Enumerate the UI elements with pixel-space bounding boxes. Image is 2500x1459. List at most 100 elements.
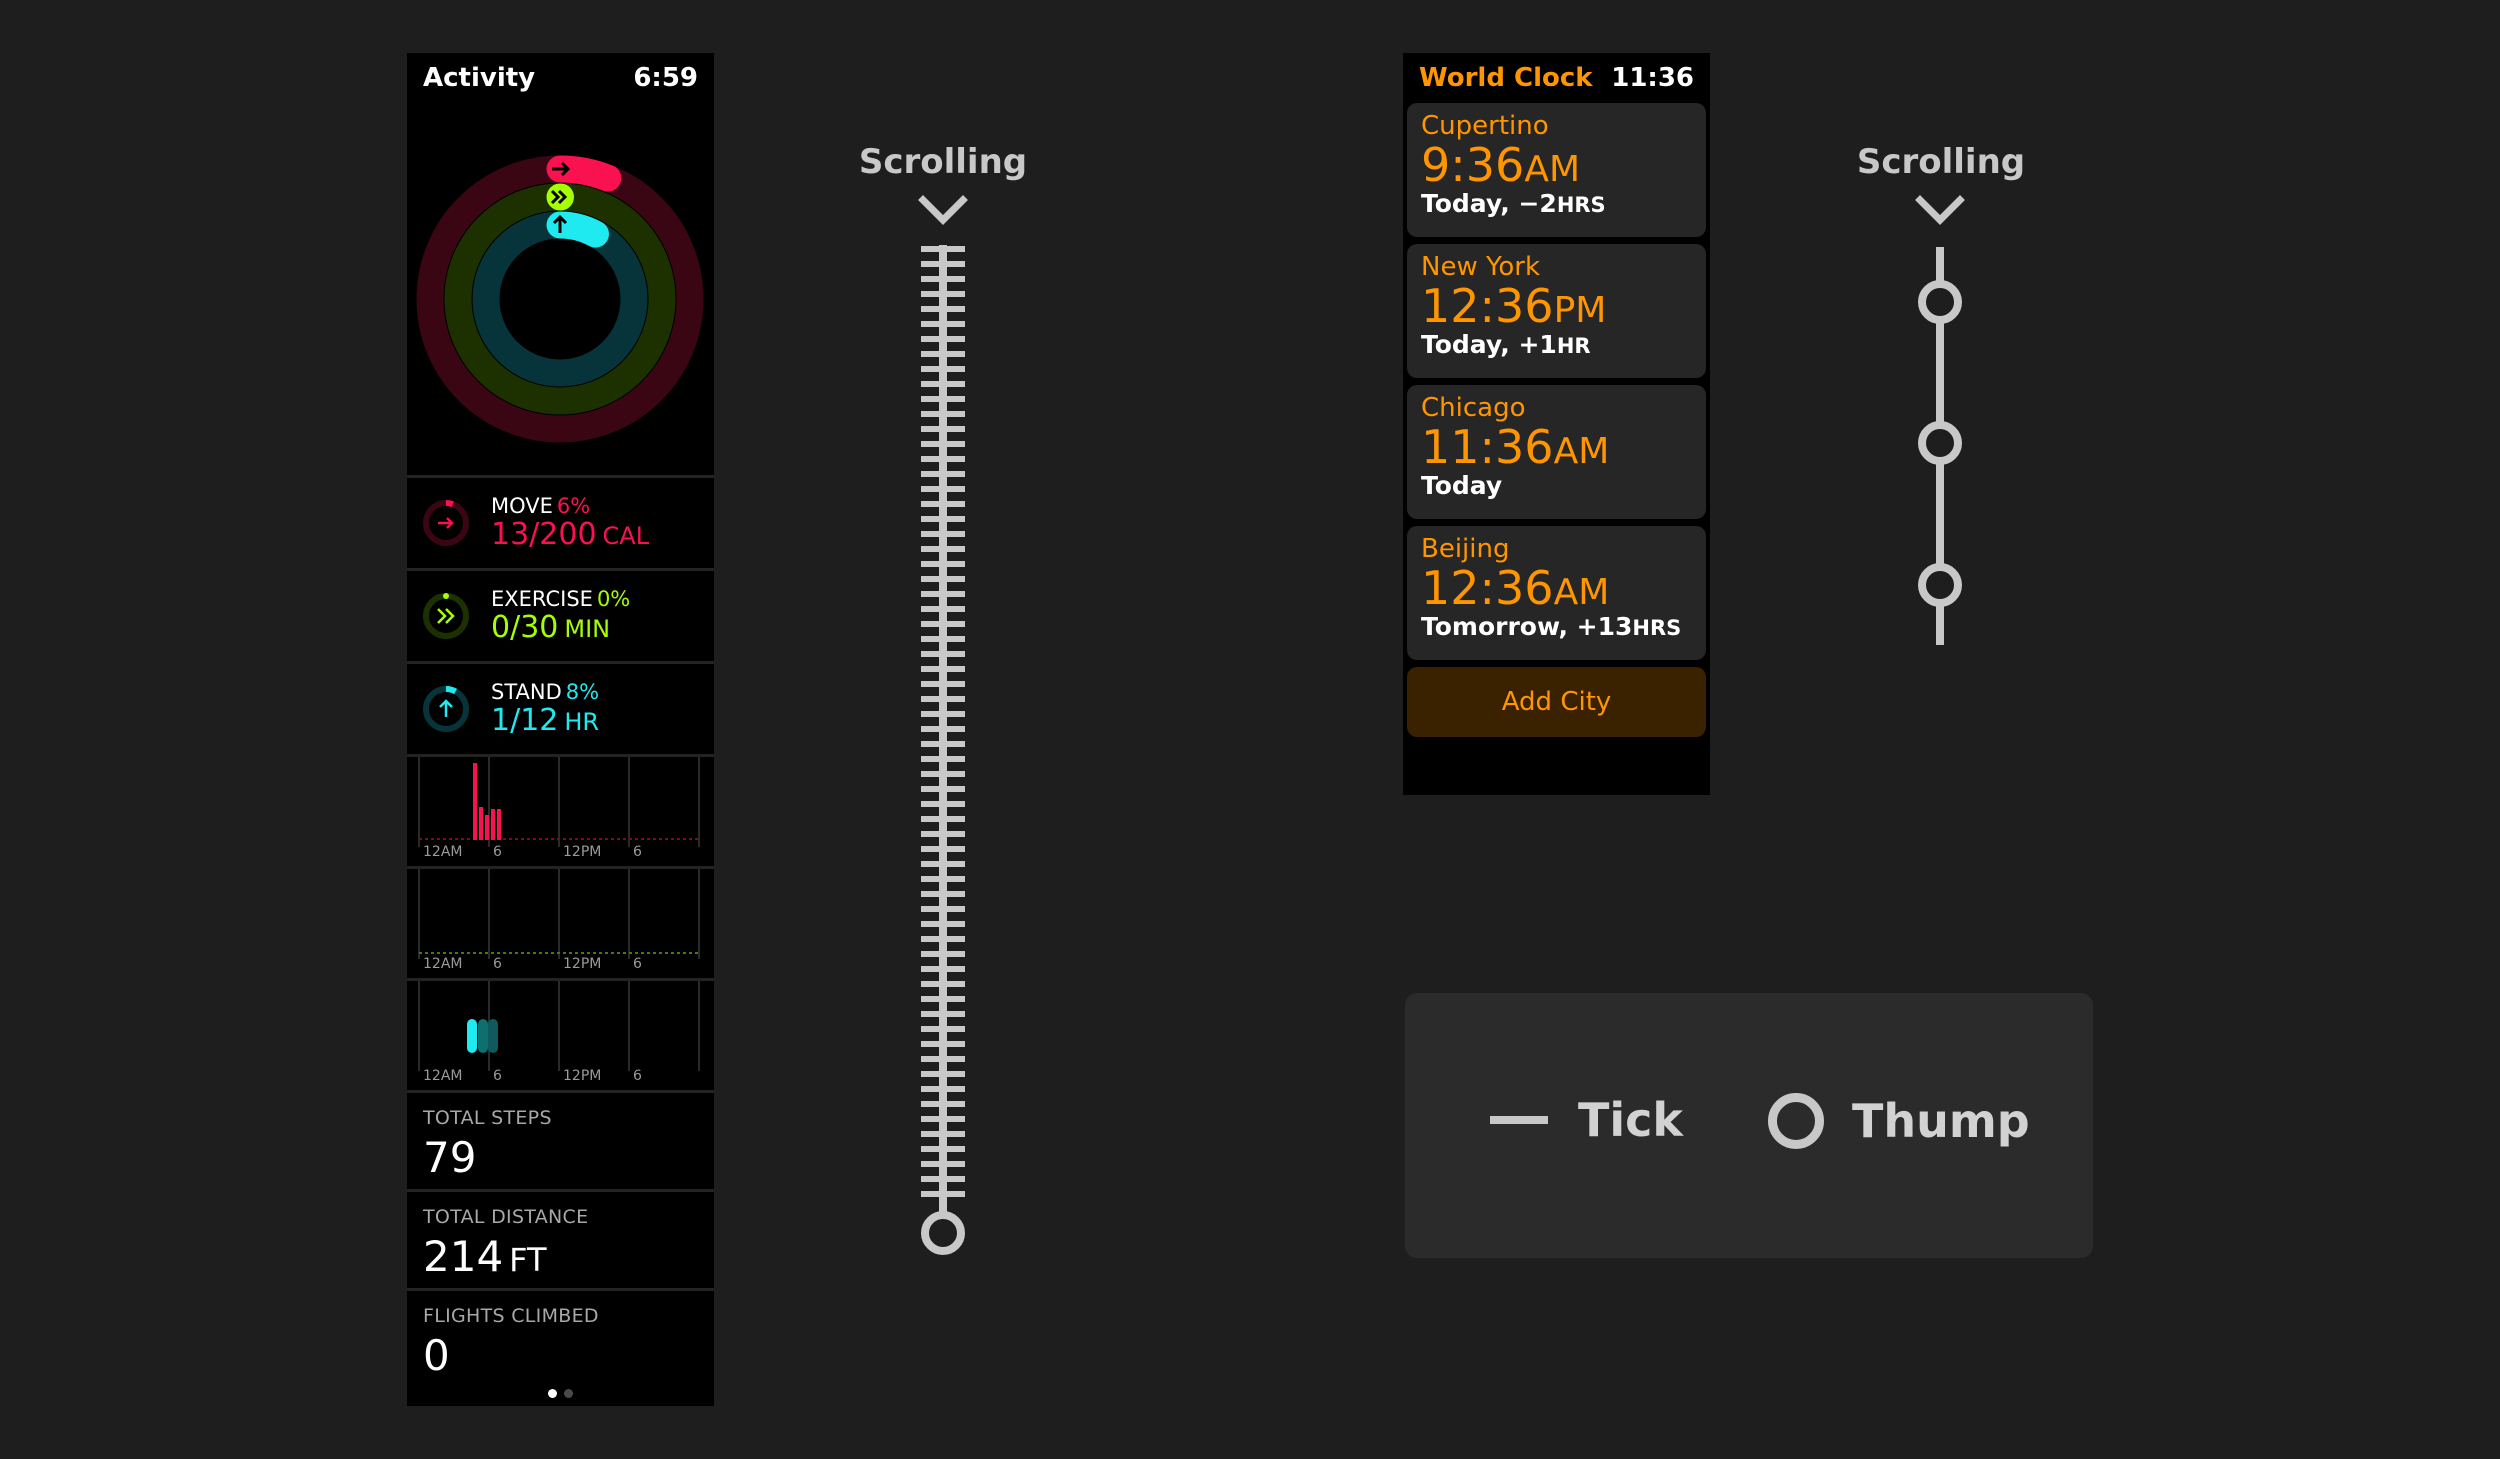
legend-thump-label: Thump	[1852, 1094, 2030, 1148]
graph-tick: 12AM	[423, 844, 463, 860]
city-relative: Tomorrow, +13	[1421, 612, 1633, 642]
city-name: Cupertino	[1421, 111, 1549, 141]
stand-mini-ring-icon	[423, 686, 469, 732]
stand-metric-text: STAND 8% 1/12 HR	[491, 679, 600, 739]
canvas: Activity 6:59 MOVE 6% 13/200 CAL EXERCIS…	[0, 0, 2500, 1459]
graph-tick: 12AM	[423, 956, 463, 972]
stat-label: TOTAL DISTANCE	[423, 1206, 589, 1228]
city-ampm: AM	[1524, 149, 1580, 190]
stand-hourly-graph[interactable]: 12AM 6 12PM 6	[407, 981, 714, 1093]
legend-tick-label: Tick	[1578, 1093, 1684, 1147]
move-metric-text: MOVE 6% 13/200 CAL	[491, 493, 650, 553]
stat-value: 79	[423, 1133, 477, 1182]
city-time: 12:36	[1421, 279, 1554, 333]
total-steps-stat: TOTAL STEPS 79	[407, 1093, 714, 1192]
city-card-chicago[interactable]: Chicago 11:36AM Today	[1407, 385, 1706, 519]
city-name: New York	[1421, 252, 1541, 282]
page-indicator[interactable]	[407, 1389, 714, 1398]
metric-unit: HR	[564, 708, 600, 737]
world-clock-watch-screen[interactable]: World Clock 11:36 Cupertino 9:36AM Today…	[1403, 53, 1710, 795]
world-clock-header: World Clock 11:36	[1403, 53, 1710, 103]
city-name: Chicago	[1421, 393, 1526, 423]
metric-title: EXERCISE	[491, 586, 593, 611]
city-relative: Today	[1421, 471, 1503, 501]
thump-icon	[1768, 1093, 1824, 1149]
city-time: 12:36	[1421, 561, 1554, 615]
move-mini-ring-icon	[423, 500, 469, 546]
clock-time: 11:36	[1611, 63, 1694, 93]
chevron-down-icon	[918, 195, 968, 225]
stat-unit: FT	[509, 1241, 547, 1279]
city-ampm: PM	[1553, 290, 1607, 331]
total-distance-stat: TOTAL DISTANCE 214 FT	[407, 1192, 714, 1291]
exercise-hourly-graph[interactable]: 12AM 6 12PM 6	[407, 869, 714, 981]
city-card-new-york[interactable]: New York 12:36PM Today, +1HR	[1407, 244, 1706, 378]
city-relative-unit: HRS	[1632, 616, 1682, 641]
graph-tick: 12PM	[563, 844, 602, 860]
thump-marker-icon	[921, 1211, 965, 1255]
scrolling-label-ticks: Scrolling	[858, 142, 1028, 182]
exercise-metric-row[interactable]: EXERCISE 0% 0/30 MIN	[407, 571, 714, 664]
activity-rings[interactable]	[407, 103, 714, 475]
scrolling-label-thumps: Scrolling	[1856, 142, 2026, 182]
haptic-legend-panel: Tick Thump	[1405, 993, 2093, 1258]
metric-percent: 6%	[556, 493, 591, 518]
stat-value: 0	[423, 1331, 450, 1380]
city-card-cupertino[interactable]: Cupertino 9:36AM Today, −2HRS	[1407, 103, 1706, 237]
stand-ring-track	[472, 211, 648, 387]
graph-tick: 12PM	[563, 956, 602, 972]
tick-icon	[1490, 1116, 1548, 1124]
city-time: 11:36	[1421, 420, 1554, 474]
move-metric-row[interactable]: MOVE 6% 13/200 CAL	[407, 478, 714, 571]
metric-percent: 0%	[596, 586, 631, 611]
chevron-down-icon	[1915, 195, 1965, 225]
metric-value: 13/200	[491, 517, 597, 553]
legend-item-thump: Thump	[1768, 1093, 2030, 1149]
activity-watch-screen[interactable]: Activity 6:59 MOVE 6% 13/200 CAL EXERCIS…	[407, 53, 714, 1406]
move-bar	[479, 807, 483, 840]
graph-tick: 6	[493, 1068, 502, 1084]
graph-tick: 6	[633, 956, 642, 972]
city-relative: Today, −2	[1421, 189, 1557, 219]
page-dot[interactable]	[564, 1389, 573, 1398]
app-title: World Clock	[1419, 63, 1593, 93]
city-card-beijing[interactable]: Beijing 12:36AM Tomorrow, +13HRS	[1407, 526, 1706, 660]
stand-metric-row[interactable]: STAND 8% 1/12 HR	[407, 664, 714, 757]
metric-value: 1/12	[491, 703, 559, 739]
thump-marker-icon	[1918, 421, 1962, 465]
page-dot-active[interactable]	[548, 1389, 557, 1398]
stand-bar	[478, 1019, 488, 1053]
city-relative-unit: HR	[1556, 334, 1591, 359]
thump-marker-icon	[1918, 280, 1962, 324]
graph-tick: 12AM	[423, 1068, 463, 1084]
metric-value: 0/30	[491, 610, 559, 646]
metric-title: STAND	[491, 679, 562, 704]
move-bar	[497, 809, 501, 840]
stand-bar	[488, 1019, 498, 1053]
stat-label: FLIGHTS CLIMBED	[423, 1305, 599, 1327]
graph-tick: 6	[493, 956, 502, 972]
stat-value: 214	[423, 1232, 504, 1281]
activity-header: Activity 6:59	[407, 53, 714, 103]
graph-tick: 12PM	[563, 1068, 602, 1084]
legend-item-tick: Tick	[1490, 1093, 1683, 1147]
metric-title: MOVE	[491, 493, 553, 518]
graph-tick: 6	[633, 844, 642, 860]
metric-unit: CAL	[602, 522, 650, 551]
city-ampm: AM	[1553, 572, 1610, 613]
thump-scroll-guide	[1915, 195, 1965, 645]
move-bar	[485, 815, 489, 840]
stand-bar	[467, 1019, 477, 1053]
metric-unit: MIN	[564, 615, 611, 644]
add-city-button[interactable]: Add City	[1407, 667, 1706, 737]
move-hourly-graph[interactable]: 12AM 6 12PM 6	[407, 757, 714, 869]
move-bar	[473, 763, 477, 840]
clock-time: 6:59	[633, 63, 698, 93]
tick-scroll-guide	[918, 195, 968, 1255]
app-title: Activity	[423, 63, 536, 93]
exercise-mini-ring-icon	[423, 593, 469, 639]
city-relative: Today, +1	[1421, 330, 1557, 360]
move-bar	[491, 809, 495, 840]
graph-tick: 6	[493, 844, 502, 860]
city-time: 9:36	[1421, 138, 1525, 192]
